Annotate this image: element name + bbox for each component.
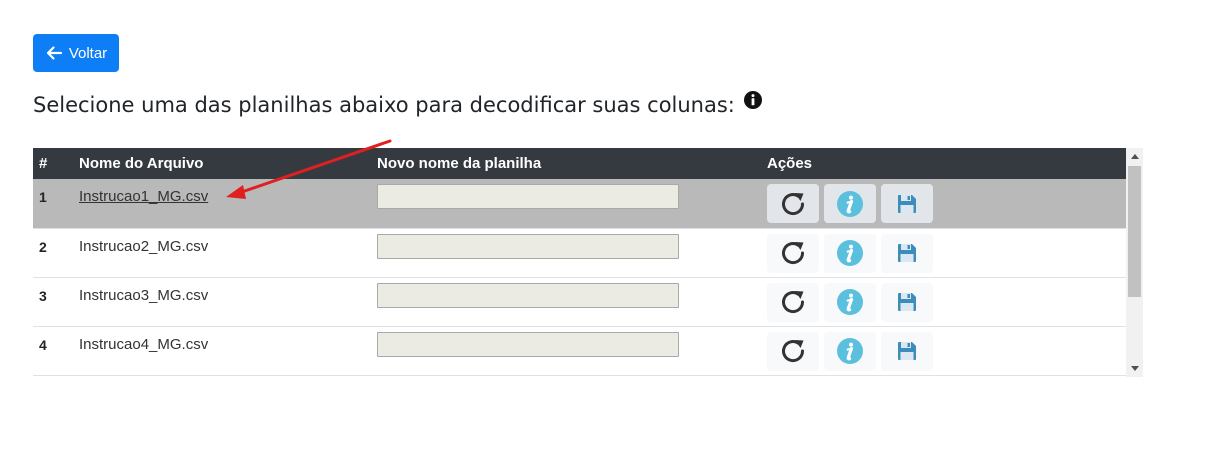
back-button[interactable]: Voltar [33,34,119,72]
table-row[interactable]: 3 Instrucao3_MG.csv [33,277,1126,326]
new-sheet-name-input[interactable] [377,331,679,357]
save-icon [898,342,916,360]
col-header-file-name: Nome do Arquivo [79,155,204,172]
row-number: 2 [39,238,47,255]
scroll-thumb[interactable] [1128,166,1141,297]
new-name-cell [377,326,767,375]
new-sheet-name-input[interactable] [377,282,679,308]
refresh-icon [782,192,805,215]
actions-cell [767,179,1126,228]
info-icon [837,190,863,217]
table-header-row: # Nome do Arquivo Novo nome da planilha … [33,148,1126,179]
row-number-cell: 3 [33,277,79,326]
save-button[interactable] [881,331,933,371]
refresh-button[interactable] [767,184,819,223]
col-header-actions: Ações [767,155,813,172]
new-sheet-name-input[interactable] [377,184,679,209]
file-name[interactable]: Instrucao3_MG.csv [79,287,377,304]
col-header-new-name: Novo nome da planilha [377,155,542,172]
page-title: Selecione uma das planilhas abaixo para … [33,90,763,117]
row-number-cell: 4 [33,326,79,375]
table-row[interactable]: 2 Instrucao2_MG.csv [33,228,1126,277]
info-circle-icon[interactable] [743,90,763,110]
files-table: # Nome do Arquivo Novo nome da planilha … [33,148,1126,376]
actions-cell [767,228,1126,277]
refresh-icon [782,242,805,265]
file-name[interactable]: Instrucao1_MG.csv [79,188,377,205]
info-button[interactable] [824,184,876,223]
save-button[interactable] [881,184,933,223]
file-name-cell: Instrucao3_MG.csv [79,277,377,326]
save-button[interactable] [881,233,933,273]
refresh-button[interactable] [767,331,819,371]
table-row[interactable]: 1 Instrucao1_MG.csv [33,179,1126,228]
info-button[interactable] [824,282,876,322]
new-name-cell [377,179,767,228]
info-icon [837,289,863,315]
new-sheet-name-input[interactable] [377,233,679,259]
page-title-text: Selecione uma das planilhas abaixo para … [33,93,735,117]
row-number: 1 [39,189,47,205]
scroll-down-arrow-icon[interactable] [1126,360,1143,377]
refresh-icon [782,340,805,363]
info-icon [837,338,863,364]
save-icon [898,194,916,213]
row-number-cell: 1 [33,179,79,228]
col-header-number: # [39,155,48,172]
save-button[interactable] [881,282,933,322]
back-button-label: Voltar [68,44,108,62]
info-button[interactable] [824,331,876,371]
scroll-up-arrow-icon[interactable] [1126,148,1143,165]
arrow-left-icon [46,46,62,60]
refresh-button[interactable] [767,282,819,322]
files-table-container: # Nome do Arquivo Novo nome da planilha … [33,148,1143,377]
new-name-cell [377,277,767,326]
actions-cell [767,326,1126,375]
file-name-cell: Instrucao4_MG.csv [79,326,377,375]
info-button[interactable] [824,233,876,273]
row-number: 4 [39,336,47,353]
file-name-cell: Instrucao2_MG.csv [79,228,377,277]
table-scrollbar[interactable] [1126,148,1143,377]
file-name[interactable]: Instrucao2_MG.csv [79,238,377,255]
save-icon [898,244,916,262]
table-row[interactable]: 4 Instrucao4_MG.csv [33,326,1126,375]
file-name-cell: Instrucao1_MG.csv [79,179,377,228]
file-name[interactable]: Instrucao4_MG.csv [79,336,377,353]
actions-cell [767,277,1126,326]
new-name-cell [377,228,767,277]
info-icon [837,240,863,266]
row-number-cell: 2 [33,228,79,277]
save-icon [898,293,916,311]
refresh-button[interactable] [767,233,819,273]
refresh-icon [782,291,805,314]
row-number: 3 [39,287,47,304]
